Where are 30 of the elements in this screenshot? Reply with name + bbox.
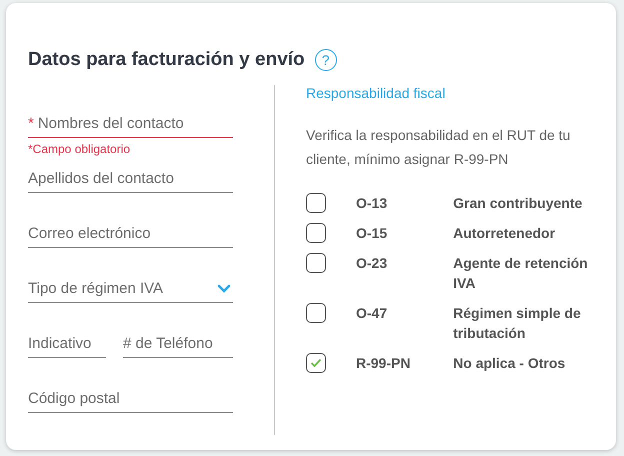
option-label: Autorretenedor [453,224,556,243]
option-code: O-47 [356,304,388,323]
option-code: O-15 [356,224,388,243]
checkbox[interactable] [306,303,326,323]
option-code: R-99-PN [356,354,412,373]
fiscal-link[interactable]: Responsabilidad fiscal [306,85,446,101]
chevron-down-icon [217,284,231,292]
input-field[interactable]: Apellidos del contacto [28,170,233,186]
option-code: O-13 [356,194,388,213]
option-label: Régimen simple de tributación [453,304,582,343]
option-code: O-23 [356,254,388,273]
input-field[interactable]: # de Teléfono [123,334,233,352]
select-field[interactable]: Tipo de régimen IVA [28,280,213,296]
input-field[interactable]: Nombres del contacto [38,114,233,132]
check-icon [310,358,322,368]
checkbox[interactable] [306,253,326,273]
option-label: No aplica - Otros [453,354,566,373]
input-field[interactable]: Indicativo [28,334,106,352]
help-button[interactable]: ? [314,49,337,71]
input-field[interactable]: Correo electrónico [28,224,233,242]
checkbox[interactable] [306,353,326,373]
required-mark: * [28,114,34,132]
checkbox[interactable] [306,223,326,243]
option-label: Agente de retención IVA [453,254,589,293]
form-title: Datos para facturación y envío [28,49,305,71]
description-text: Verifica la responsabilidad en el RUT de tu cliente, mínimo asignar R-99-PN [306,126,572,169]
error-message: *Campo obligatorio [28,142,130,156]
input-field[interactable]: Código postal [28,390,233,406]
option-label: Gran contribuyente [453,194,584,213]
checkbox[interactable] [306,193,326,213]
